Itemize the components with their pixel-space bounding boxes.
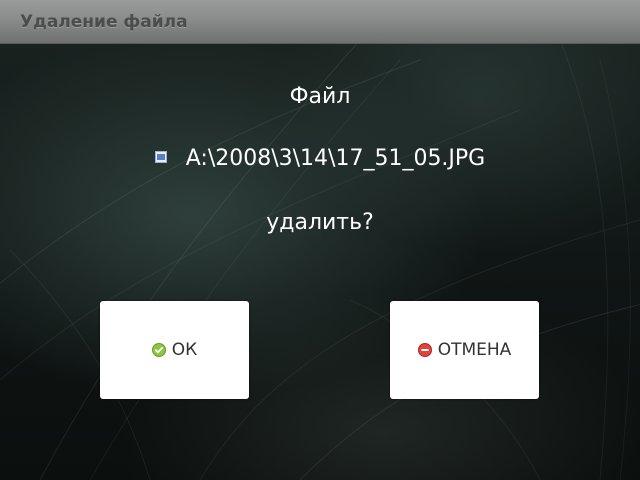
title-bar: Удаление файла xyxy=(0,0,640,44)
file-path: A:\2008\3\14\17_51_05.JPG xyxy=(185,146,486,171)
message-delete-question: удалить? xyxy=(266,210,374,235)
cancel-button-label: ОТМЕНА xyxy=(437,340,512,360)
cancel-button[interactable]: ОТМЕНА xyxy=(390,301,539,399)
image-file-icon xyxy=(154,151,167,163)
ok-button-label: ОК xyxy=(171,340,198,360)
background-light-streaks xyxy=(0,39,640,480)
ok-button[interactable]: ОК xyxy=(100,301,249,399)
dialog-title: Удаление файла xyxy=(20,12,188,32)
file-row: A:\2008\3\14\17_51_05.JPG xyxy=(0,146,640,171)
check-circle-icon xyxy=(151,343,166,357)
message-file-label: Файл xyxy=(289,84,351,109)
minus-circle-icon xyxy=(417,343,432,357)
